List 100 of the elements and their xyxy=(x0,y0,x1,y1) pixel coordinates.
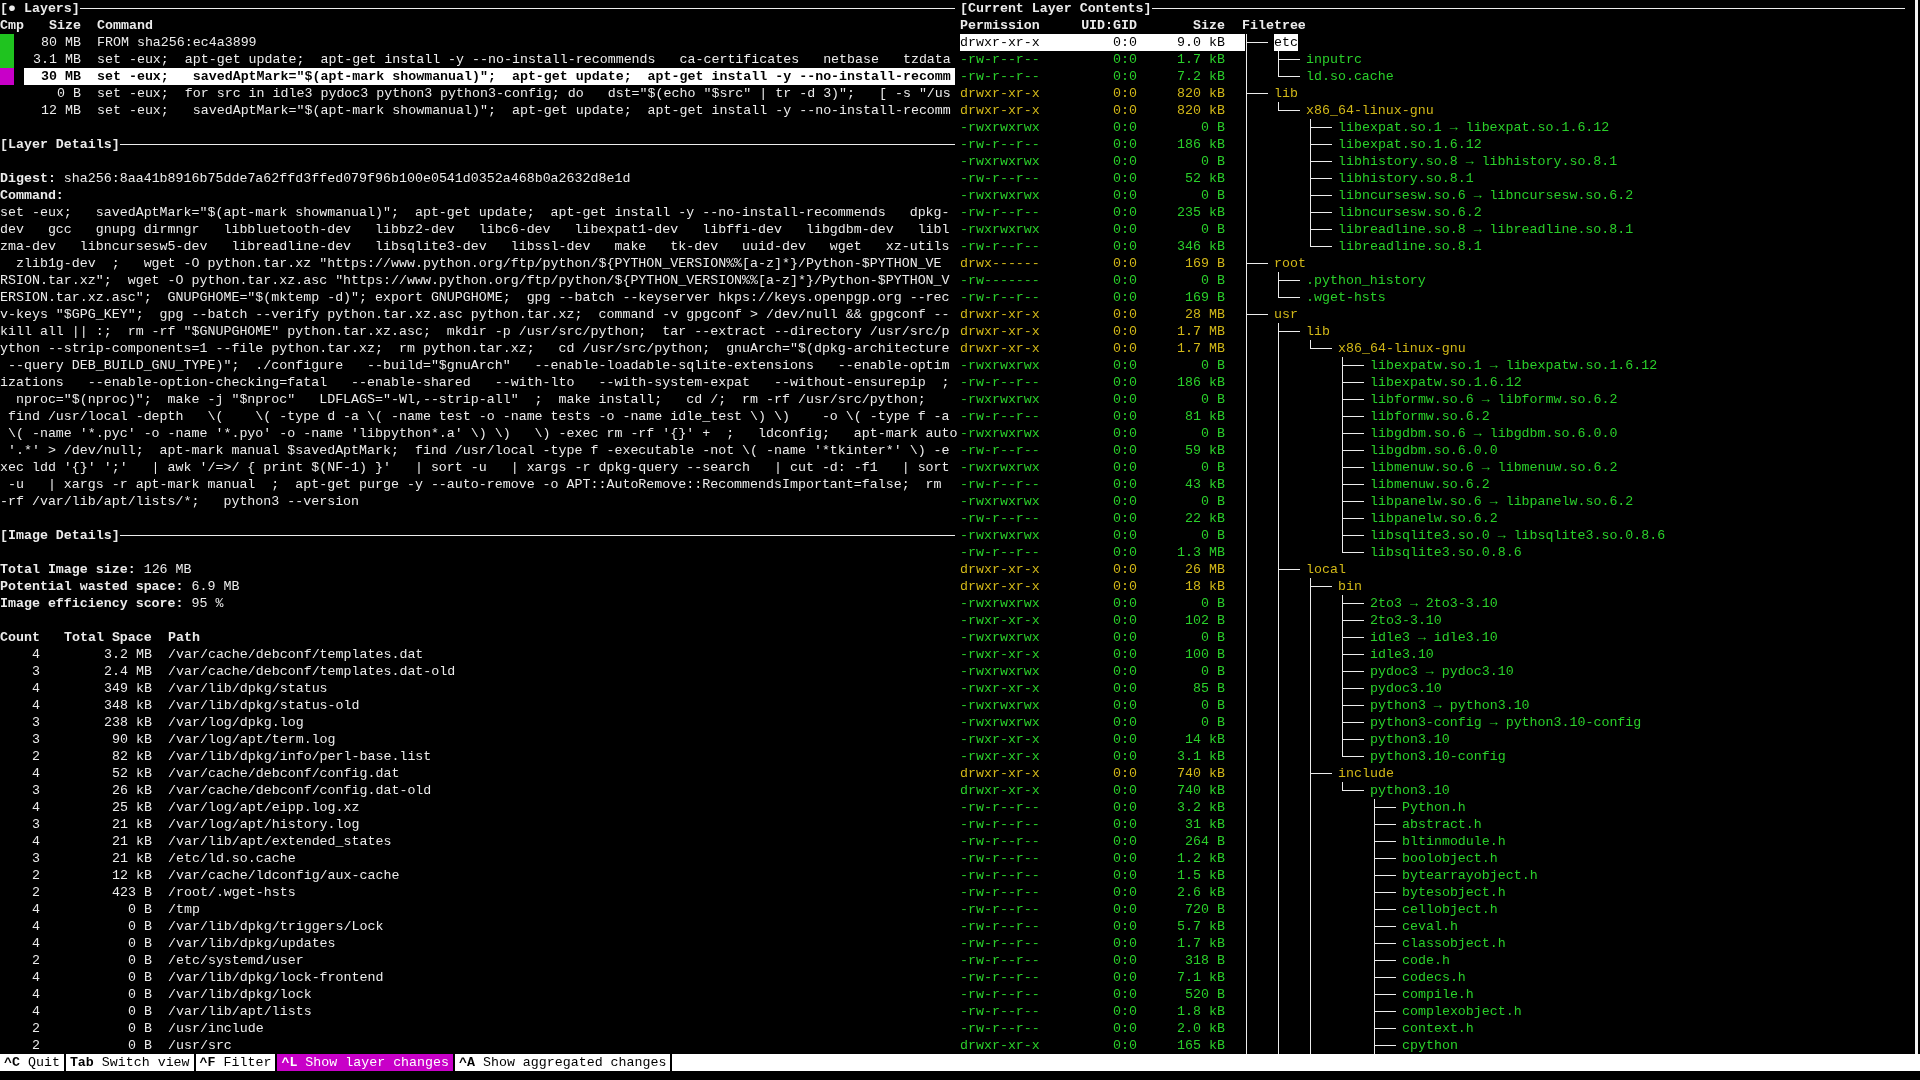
file-name[interactable]: libncursesw.so.6.2 xyxy=(1338,204,1482,221)
file-name[interactable]: bytearrayobject.h xyxy=(1402,867,1538,884)
layer-row[interactable]: 12 MB set -eux; savedAptMark="$(apt-mark showmanual)"; apt-get update; apt-get install -y --no-install-recomm xyxy=(24,102,955,119)
file-row[interactable]: -rw-r--r-- 0:0 52 kB xyxy=(960,170,1245,187)
file-name[interactable]: .python_history xyxy=(1306,272,1426,289)
file-name[interactable]: libformw.so.6.2 xyxy=(1370,408,1490,425)
file-row[interactable]: -rwxrwxrwx 0:0 0 B xyxy=(960,119,1245,136)
file-name[interactable]: code.h xyxy=(1402,952,1450,969)
folder-name[interactable]: usr xyxy=(1274,306,1298,323)
file-row[interactable]: drwxr-xr-x 0:0 740 kB xyxy=(960,765,1245,782)
file-row[interactable]: -rw-r--r-- 0:0 59 kB xyxy=(960,442,1245,459)
folder-name[interactable]: bin xyxy=(1338,578,1362,595)
file-row[interactable]: -rw-r--r-- 0:0 169 B xyxy=(960,289,1245,306)
file-name[interactable]: inputrc xyxy=(1306,51,1362,68)
file-row[interactable]: -rwxrwxrwx 0:0 0 B xyxy=(960,459,1245,476)
file-name[interactable]: ceval.h xyxy=(1402,918,1458,935)
file-row[interactable]: -rw-r--r-- 0:0 1.5 kB xyxy=(960,867,1245,884)
file-name[interactable]: pydoc3.10 xyxy=(1370,680,1442,697)
file-name[interactable]: cellobject.h xyxy=(1402,901,1498,918)
file-name[interactable]: libhistory.so.8 → libhistory.so.8.1 xyxy=(1338,153,1618,170)
folder-name[interactable]: lib xyxy=(1306,323,1330,340)
file-row[interactable]: -rw-r--r-- 0:0 1.7 kB xyxy=(960,935,1245,952)
folder-name[interactable]: x86_64-linux-gnu xyxy=(1306,102,1434,119)
file-name[interactable]: idle3 → idle3.10 xyxy=(1370,629,1498,646)
folder-name[interactable]: x86_64-linux-gnu xyxy=(1338,340,1466,357)
file-row[interactable]: -rwxr-xr-x 0:0 102 B xyxy=(960,612,1245,629)
folder-name[interactable]: lib xyxy=(1274,85,1298,102)
file-row[interactable]: -rwxrwxrwx 0:0 0 B xyxy=(960,425,1245,442)
file-name[interactable]: libreadline.so.8.1 xyxy=(1338,238,1482,255)
file-name[interactable]: codecs.h xyxy=(1402,969,1466,986)
file-row[interactable]: drwxr-xr-x 0:0 1.7 MB xyxy=(960,340,1245,357)
file-row[interactable]: -rwxrwxrwx 0:0 0 B xyxy=(960,629,1245,646)
file-name[interactable]: libformw.so.6 → libformw.so.6.2 xyxy=(1370,391,1618,408)
file-name[interactable]: boolobject.h xyxy=(1402,850,1498,867)
file-row[interactable]: drwxr-xr-x 0:0 18 kB xyxy=(960,578,1245,595)
file-row[interactable]: -rwxrwxrwx 0:0 0 B xyxy=(960,493,1245,510)
file-name[interactable]: libpanelw.so.6.2 xyxy=(1370,510,1498,527)
file-row[interactable]: -rw-r--r-- 0:0 318 B xyxy=(960,952,1245,969)
file-row[interactable]: -rw-r--r-- 0:0 7.1 kB xyxy=(960,969,1245,986)
file-name[interactable]: 2to3-3.10 xyxy=(1370,612,1442,629)
file-row[interactable]: -rwxr-xr-x 0:0 85 B xyxy=(960,680,1245,697)
file-row[interactable]: -rw-r--r-- 0:0 520 B xyxy=(960,986,1245,1003)
file-row[interactable]: -rw-r--r-- 0:0 22 kB xyxy=(960,510,1245,527)
file-name[interactable]: ld.so.cache xyxy=(1306,68,1394,85)
file-row[interactable]: -rw-r--r-- 0:0 5.7 kB xyxy=(960,918,1245,935)
file-row[interactable]: -rw-r--r-- 0:0 264 B xyxy=(960,833,1245,850)
file-name[interactable]: pydoc3 → pydoc3.10 xyxy=(1370,663,1514,680)
file-row[interactable]: -rw-r--r-- 0:0 3.2 kB xyxy=(960,799,1245,816)
file-row[interactable]: -rw-r--r-- 0:0 2.0 kB xyxy=(960,1020,1245,1037)
file-name[interactable]: Python.h xyxy=(1402,799,1466,816)
file-name[interactable]: python3 → python3.10 xyxy=(1370,697,1530,714)
file-row[interactable]: -rw-r--r-- 0:0 1.2 kB xyxy=(960,850,1245,867)
file-name[interactable]: libgdbm.so.6.0.0 xyxy=(1370,442,1498,459)
folder-name[interactable]: python3.10 xyxy=(1370,782,1450,799)
file-row[interactable]: -rwxrwxrwx 0:0 0 B xyxy=(960,187,1245,204)
file-name[interactable]: libsqlite3.so.0.8.6 xyxy=(1370,544,1522,561)
file-name[interactable]: libreadline.so.8 → libreadline.so.8.1 xyxy=(1338,221,1634,238)
file-name[interactable]: libpanelw.so.6 → libpanelw.so.6.2 xyxy=(1370,493,1634,510)
file-name[interactable]: 2to3 → 2to3-3.10 xyxy=(1370,595,1498,612)
file-name[interactable]: libmenuw.so.6 → libmenuw.so.6.2 xyxy=(1370,459,1618,476)
file-name[interactable]: libexpatw.so.1.6.12 xyxy=(1370,374,1522,391)
file-row[interactable]: -rw-r--r-- 0:0 31 kB xyxy=(960,816,1245,833)
file-row[interactable]: drwxr-xr-x 0:0 26 MB xyxy=(960,561,1245,578)
file-row[interactable]: -rw-r--r-- 0:0 81 kB xyxy=(960,408,1245,425)
file-row[interactable]: -rwxrwxrwx 0:0 0 B xyxy=(960,595,1245,612)
file-name[interactable]: .wget-hsts xyxy=(1306,289,1386,306)
scrollbar[interactable] xyxy=(1915,0,1918,1054)
file-name[interactable]: cpython xyxy=(1402,1037,1458,1054)
file-name[interactable]: bytesobject.h xyxy=(1402,884,1506,901)
file-name[interactable]: abstract.h xyxy=(1402,816,1482,833)
layer-row[interactable]: 80 MB FROM sha256:ec4a3899 xyxy=(24,34,955,51)
file-row[interactable]: -rwxrwxrwx 0:0 0 B xyxy=(960,527,1245,544)
file-row[interactable]: -rw-r--r-- 0:0 346 kB xyxy=(960,238,1245,255)
file-row[interactable]: drwx------ 0:0 169 B xyxy=(960,255,1245,272)
file-name[interactable]: complexobject.h xyxy=(1402,1003,1522,1020)
file-row[interactable]: drwxr-xr-x 0:0 1.7 MB xyxy=(960,323,1245,340)
file-name[interactable]: python3.10-config xyxy=(1370,748,1506,765)
file-name[interactable]: context.h xyxy=(1402,1020,1474,1037)
file-row[interactable]: -rw-r--r-- 0:0 1.3 MB xyxy=(960,544,1245,561)
layer-row[interactable]: 0 B set -eux; for src in idle3 pydoc3 python3 python3-config; do dst="$(echo "$src" | tr -d 3)"; [ -s "/us xyxy=(24,85,955,102)
file-row[interactable]: drwxr-xr-x 0:0 820 kB xyxy=(960,85,1245,102)
file-row[interactable]: drwxr-xr-x 0:0 740 kB xyxy=(960,782,1245,799)
file-row[interactable]: -rwxrwxrwx 0:0 0 B xyxy=(960,697,1245,714)
file-row[interactable]: -rwxr-xr-x 0:0 100 B xyxy=(960,646,1245,663)
file-row[interactable]: -rwxrwxrwx 0:0 0 B xyxy=(960,153,1245,170)
folder-name[interactable]: include xyxy=(1338,765,1394,782)
file-name[interactable]: libmenuw.so.6.2 xyxy=(1370,476,1490,493)
folder-name[interactable]: etc xyxy=(1274,34,1298,51)
file-name[interactable]: idle3.10 xyxy=(1370,646,1434,663)
file-row[interactable]: -rw-r--r-- 0:0 7.2 kB xyxy=(960,68,1245,85)
file-row[interactable]: -rwxrwxrwx 0:0 0 B xyxy=(960,391,1245,408)
file-row[interactable]: drwxr-xr-x 0:0 165 kB xyxy=(960,1037,1245,1054)
file-row[interactable]: -rw-r--r-- 0:0 43 kB xyxy=(960,476,1245,493)
file-row[interactable]: drwxr-xr-x 0:0 9.0 kB xyxy=(960,34,1245,51)
file-name[interactable]: python3-config → python3.10-config xyxy=(1370,714,1642,731)
file-row[interactable]: -rw-r--r-- 0:0 2.6 kB xyxy=(960,884,1245,901)
layer-row[interactable]: 3.1 MB set -eux; apt-get update; apt-get install -y --no-install-recommends ca-certificates netbase tzdata xyxy=(24,51,955,68)
file-row[interactable]: drwxr-xr-x 0:0 28 MB xyxy=(960,306,1245,323)
file-row[interactable]: -rwxrwxrwx 0:0 0 B xyxy=(960,663,1245,680)
file-row[interactable]: -rwxr-xr-x 0:0 14 kB xyxy=(960,731,1245,748)
